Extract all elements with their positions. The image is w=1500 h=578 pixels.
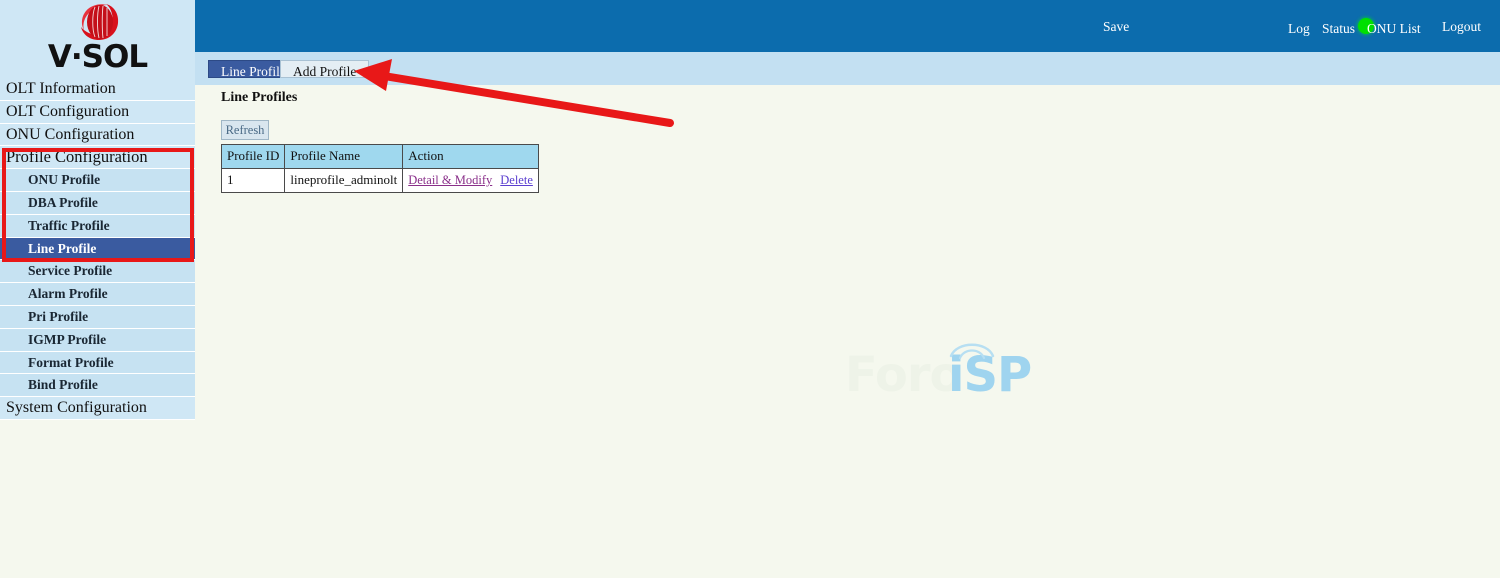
sidebar-item-igmp-profile[interactable]: IGMP Profile [0, 328, 195, 352]
log-link[interactable]: Log [1288, 21, 1310, 37]
status-link[interactable]: Status [1322, 21, 1355, 37]
tab-add-profile[interactable]: Add Profile [280, 60, 370, 79]
onu-list-link[interactable]: ONU List [1367, 21, 1421, 37]
column-header-profile-id: Profile ID [220, 144, 286, 169]
vsol-sphere-logo-icon [81, 4, 119, 40]
sidebar-item-onu-profile[interactable]: ONU Profile [0, 169, 195, 192]
sidebar-item-traffic-profile[interactable]: Traffic Profile [0, 214, 195, 238]
table-header-row: Profile ID Profile Name Action [220, 144, 539, 169]
sidebar-item-pri-profile[interactable]: Pri Profile [0, 305, 195, 329]
sidebar-item-dba-profile[interactable]: DBA Profile [0, 191, 195, 215]
cell-action: Detail & Modify Delete [402, 168, 539, 193]
content-area: Line Profiles Refresh Profile ID Profile… [195, 85, 1500, 578]
sidebar-item-line-profile[interactable]: Line Profile [0, 237, 195, 261]
column-header-action: Action [402, 144, 539, 169]
delete-link[interactable]: Delete [500, 173, 533, 187]
sidebar-item-olt-configuration[interactable]: OLT Configuration [0, 100, 195, 124]
sidebar-nav: OLT Information OLT Configuration ONU Co… [0, 78, 195, 420]
table-row: 1 lineprofile_adminolt Detail & Modify De… [220, 168, 539, 193]
watermark-text-foro: Foro [845, 347, 962, 403]
page-title: Line Profiles [221, 90, 298, 105]
detail-and-modify-link[interactable]: Detail & Modify [408, 173, 492, 187]
sidebar-item-onu-configuration[interactable]: ONU Configuration [0, 123, 195, 147]
tab-strip: Line Profile Add Profile [195, 52, 1500, 85]
sidebar-item-olt-information[interactable]: OLT Information [0, 78, 195, 101]
refresh-button[interactable]: Refresh [221, 120, 269, 140]
wifi-signal-arc-icon [949, 343, 995, 359]
sidebar-item-bind-profile[interactable]: Bind Profile [0, 374, 195, 398]
watermark-text-isp: iSP [948, 347, 1032, 403]
sidebar-item-profile-configuration[interactable]: Profile Configuration [0, 146, 195, 170]
top-header-bar: Save Log Status ONU List Logout [195, 0, 1500, 52]
brand-logo-area: V·SOL [0, 0, 195, 78]
brand-wordmark: V·SOL [47, 39, 148, 75]
cell-profile-name: lineprofile_adminolt [284, 168, 404, 193]
olt-web-management-page: V·SOL OLT Information OLT Configuration … [0, 0, 1500, 578]
sidebar-item-system-configuration[interactable]: System Configuration [0, 397, 195, 420]
sidebar-item-alarm-profile[interactable]: Alarm Profile [0, 283, 195, 306]
save-button[interactable]: Save [1103, 19, 1129, 35]
column-header-profile-name: Profile Name [284, 144, 404, 169]
sidebar-item-service-profile[interactable]: Service Profile [0, 260, 195, 284]
cell-profile-id: 1 [220, 168, 286, 193]
line-profiles-table: Profile ID Profile Name Action 1 linepro… [220, 144, 539, 193]
sidebar: V·SOL OLT Information OLT Configuration … [0, 0, 195, 578]
foroisp-watermark: Foro iSP [845, 337, 1045, 399]
sidebar-item-format-profile[interactable]: Format Profile [0, 351, 195, 375]
logout-link[interactable]: Logout [1442, 19, 1481, 35]
